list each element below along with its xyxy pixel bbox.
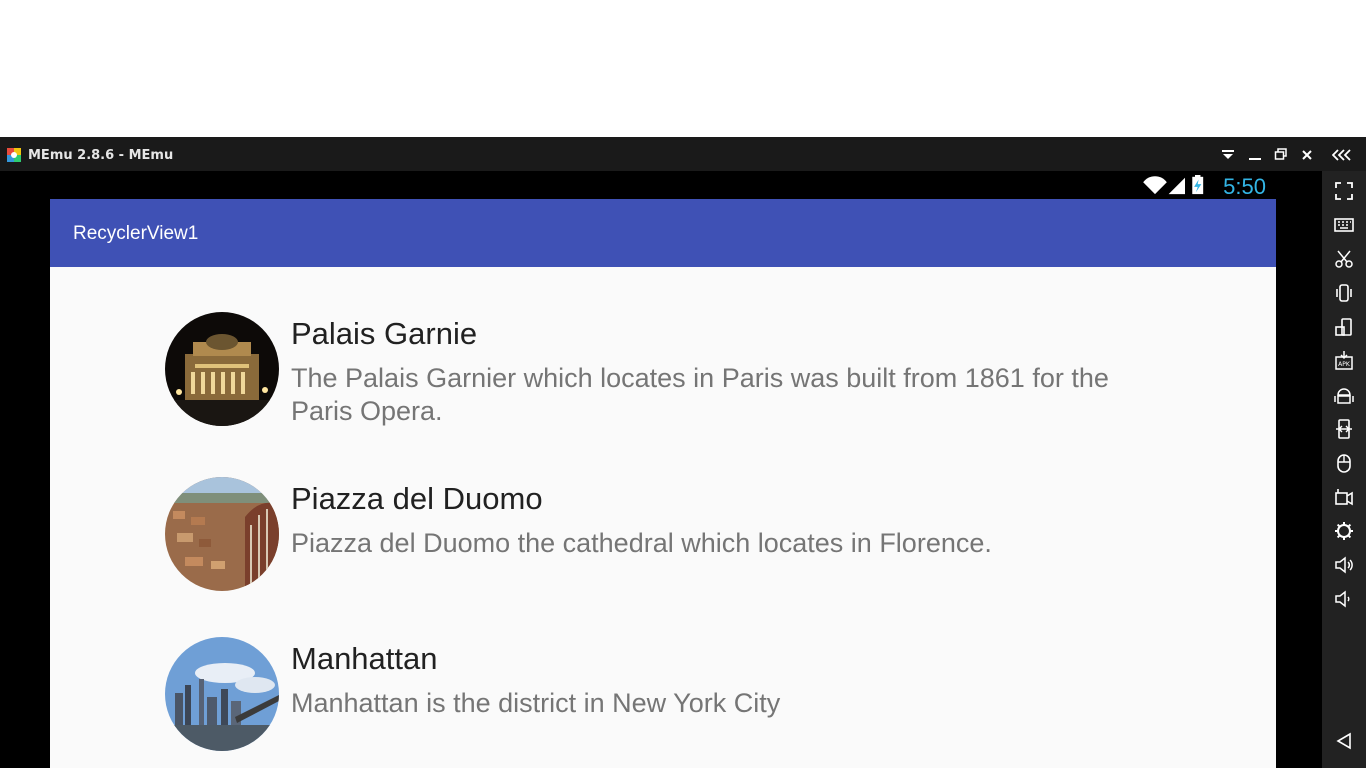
window-title: MEmu 2.8.6 - MEmu (28, 148, 174, 163)
rotate-icon[interactable] (1332, 315, 1356, 339)
dropdown-icon[interactable] (1221, 149, 1235, 161)
apk-install-icon[interactable]: APK (1332, 349, 1356, 373)
back-icon[interactable] (1332, 729, 1356, 753)
close-icon[interactable] (1301, 149, 1313, 161)
shake-icon[interactable] (1332, 281, 1356, 305)
minimize-icon[interactable] (1248, 149, 1262, 161)
item-title: Manhattan (291, 641, 438, 676)
item-title: Palais Garnie (291, 316, 478, 351)
restore-icon[interactable] (1274, 148, 1288, 161)
phone-resize-icon[interactable] (1332, 417, 1356, 441)
manhattan-image (165, 637, 279, 751)
status-bar: 5:50 (50, 171, 1276, 199)
keyboard-icon[interactable] (1332, 213, 1356, 237)
status-icons (1143, 175, 1204, 195)
item-title: Piazza del Duomo (291, 481, 543, 516)
settings-icon[interactable] (1332, 519, 1356, 543)
wifi-icon (1143, 176, 1167, 195)
item-description: Manhattan is the district in New York Ci… (291, 688, 781, 718)
item-description: Piazza del Duomo the cathedral which loc… (291, 528, 992, 558)
volume-down-icon[interactable] (1332, 587, 1356, 611)
piazza-del-duomo-image (165, 477, 279, 591)
mouse-icon[interactable] (1332, 451, 1356, 475)
window-title-bar: MEmu 2.8.6 - MEmu (0, 137, 1366, 171)
memu-logo-icon (7, 148, 21, 162)
memu-side-toolbar: APK (1322, 171, 1366, 768)
fullscreen-icon[interactable] (1332, 179, 1356, 203)
record-icon[interactable] (1332, 485, 1356, 509)
app-title: RecyclerView1 (73, 223, 199, 244)
palais-garnier-image (165, 312, 279, 426)
android-icon[interactable] (1332, 383, 1356, 407)
signal-icon (1168, 177, 1185, 195)
battery-charging-icon (1192, 175, 1204, 195)
scissors-icon[interactable] (1332, 247, 1356, 271)
svg-text:APK: APK (1338, 361, 1351, 368)
volume-up-icon[interactable] (1332, 553, 1356, 577)
item-description: The Palais Garnier which locates in Pari… (291, 363, 1109, 426)
status-time: 5:50 (1223, 174, 1266, 199)
collapse-panel-icon[interactable] (1332, 149, 1352, 161)
app-toolbar: RecyclerView1 (50, 199, 1276, 267)
recycler-view[interactable]: Palais Garnie The Palais Garnier which l… (50, 267, 1276, 768)
